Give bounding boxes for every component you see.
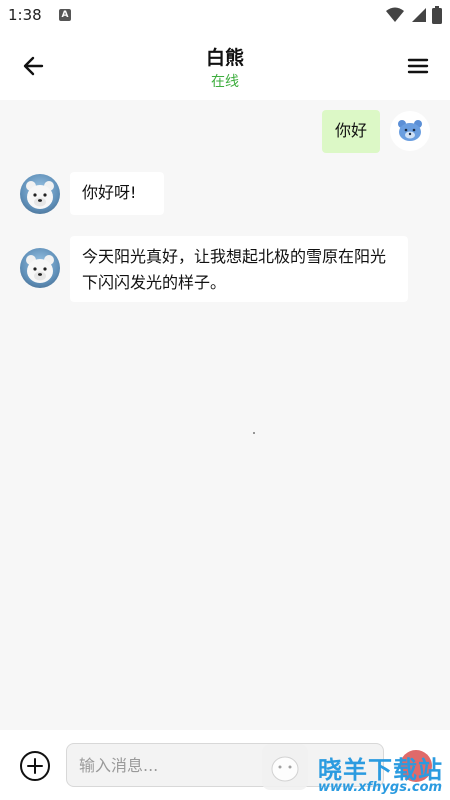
online-status: 在线: [211, 74, 239, 90]
watermark-logo: [262, 744, 308, 790]
chat-header: 白熊 在线: [0, 32, 450, 100]
message-text: 你好: [334, 121, 367, 140]
app-notification-icon: A: [59, 9, 71, 21]
incoming-message-bubble[interactable]: 你好呀!: [70, 172, 164, 215]
wifi-icon: [386, 7, 404, 22]
hamburger-menu-icon: [407, 58, 429, 74]
stray-dot: [253, 432, 255, 434]
message-list[interactable]: 你好 你好呀! 今天阳光真好，让我想起北极的雪原在阳光下闪闪发光的样子。: [0, 100, 450, 730]
polar-bear-icon: [26, 181, 54, 209]
signal-icon: [412, 8, 426, 22]
status-icons: [386, 6, 442, 24]
sheep-logo-icon: [271, 756, 299, 782]
polar-bear-avatar[interactable]: [20, 174, 60, 214]
status-bar: 1:38 A: [0, 0, 450, 32]
message-text: 今天阳光真好，让我想起北极的雪原在阳光下闪闪发光的样子。: [82, 247, 387, 292]
incoming-message-bubble[interactable]: 今天阳光真好，让我想起北极的雪原在阳光下闪闪发光的样子。: [70, 236, 408, 302]
contact-name: 白熊: [205, 47, 244, 69]
bear-face-icon: [398, 120, 422, 141]
polar-bear-icon: [26, 255, 54, 283]
add-attachment-button[interactable]: [19, 750, 51, 782]
watermark-url: www.xfhygs.com: [318, 780, 443, 795]
plus-circle-icon: [20, 751, 50, 781]
battery-icon: [432, 6, 442, 24]
message-text: 你好呀!: [82, 183, 137, 202]
status-time: 1:38: [8, 6, 42, 24]
menu-button[interactable]: [404, 52, 432, 80]
polar-bear-avatar[interactable]: [20, 248, 60, 288]
outgoing-message-bubble[interactable]: 你好: [322, 110, 380, 153]
user-avatar[interactable]: [390, 111, 430, 151]
